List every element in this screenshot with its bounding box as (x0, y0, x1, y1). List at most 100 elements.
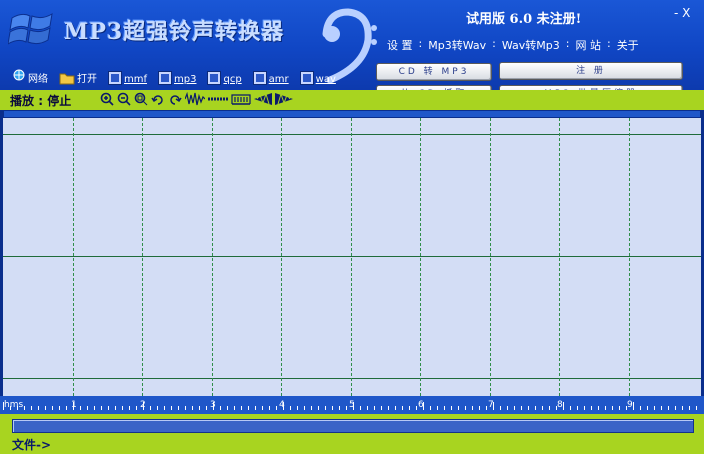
ruler-major-tick (563, 402, 564, 410)
open-button[interactable]: 打开 (59, 63, 97, 85)
network-icon (13, 69, 25, 81)
play-separator: : (38, 94, 44, 108)
zoom-out-icon[interactable] (117, 92, 131, 106)
ruler-minor-tick (318, 406, 319, 410)
ruler-minor-tick (59, 406, 60, 410)
time-ruler: hms 1 2 3 4 5 6 7 8 9 (0, 396, 704, 414)
undo-icon[interactable] (151, 92, 165, 106)
ruler-major-tick (73, 402, 74, 410)
ruler-minor-tick (45, 406, 46, 410)
zoom-in-icon[interactable] (100, 92, 114, 106)
fade-out-icon[interactable] (275, 92, 293, 106)
stop-button[interactable]: 停止 (47, 94, 71, 108)
menu-about[interactable]: 关于 (614, 37, 642, 53)
ruler-minor-tick (682, 406, 683, 410)
format-qcp-button[interactable]: qcp (207, 63, 242, 85)
ruler-minor-tick (129, 406, 130, 410)
ruler-minor-tick (360, 406, 361, 410)
network-button[interactable]: 网络 (12, 63, 48, 85)
ruler-minor-tick (164, 406, 165, 410)
ruler-minor-tick (444, 406, 445, 410)
ruler-minor-tick (381, 406, 382, 410)
ruler-minor-tick (514, 406, 515, 410)
menu-mp3-to-wav[interactable]: Mp3转Wav (425, 37, 489, 53)
ruler-minor-tick (255, 406, 256, 410)
format-amr-button[interactable]: amr (252, 63, 289, 85)
format-label: mmf (124, 74, 148, 85)
network-label: 网络 (28, 74, 48, 85)
silence-icon[interactable] (208, 92, 228, 106)
ruler-minor-tick (297, 406, 298, 410)
file-icon (158, 71, 173, 85)
waveform-gridline (3, 134, 701, 135)
ruler-minor-tick (591, 406, 592, 410)
ruler-minor-tick (437, 406, 438, 410)
format-label: mp3 (174, 74, 197, 85)
format-mmf-button[interactable]: mmf (108, 63, 147, 85)
ruler-minor-tick (269, 406, 270, 410)
menu-wav-to-mp3[interactable]: Wav转Mp3 (499, 37, 563, 53)
windows-logo-icon (8, 13, 53, 45)
ruler-minor-tick (535, 406, 536, 410)
ruler-minor-tick (332, 406, 333, 410)
ruler-minor-tick (577, 406, 578, 410)
ruler-minor-tick (241, 406, 242, 410)
open-label: 打开 (77, 74, 97, 85)
ruler-minor-tick (675, 406, 676, 410)
ruler-minor-tick (150, 406, 151, 410)
ruler-major-tick (283, 402, 284, 410)
zoom-fit-icon[interactable] (134, 92, 148, 106)
time-gridline (420, 118, 421, 396)
register-button[interactable]: 注 册 (499, 62, 683, 80)
menu-separator: : (492, 37, 496, 50)
ruler-minor-tick (689, 406, 690, 410)
ruler-minor-tick (500, 406, 501, 410)
ruler-label: 9 (627, 400, 633, 410)
cd-to-mp3-button[interactable]: CD 转 MP3 (376, 63, 492, 81)
ruler-minor-tick (17, 406, 18, 410)
ruler-minor-tick (640, 406, 641, 410)
ruler-minor-tick (402, 406, 403, 410)
track-header (3, 110, 701, 118)
ruler-minor-tick (374, 406, 375, 410)
ruler-minor-tick (101, 406, 102, 410)
waveform-icon[interactable] (185, 92, 205, 106)
window-controls[interactable]: - X (674, 6, 690, 20)
ruler-major-tick (3, 402, 4, 410)
folder-icon (59, 73, 75, 85)
time-gridline (212, 118, 213, 396)
menu-settings[interactable]: 设 置 (384, 37, 416, 53)
ruler-minor-tick (304, 406, 305, 410)
ruler-minor-tick (80, 406, 81, 410)
top-menu: 设 置 : Mp3转Wav : Wav转Mp3 : 网 站 : 关于 (384, 37, 642, 53)
menu-website[interactable]: 网 站 (572, 37, 604, 53)
ruler-minor-tick (136, 406, 137, 410)
format-label: amr (268, 74, 289, 85)
normalize-icon[interactable] (231, 92, 251, 106)
file-icon (108, 71, 122, 85)
format-wav-button[interactable]: wav (299, 63, 336, 85)
waveform-centerline (3, 256, 701, 257)
ruler-label: 8 (557, 400, 563, 410)
ruler-minor-tick (108, 406, 109, 410)
ruler-major-tick (633, 402, 634, 410)
play-button[interactable]: 播放 (10, 94, 34, 108)
waveform-area[interactable] (3, 118, 701, 396)
ruler-minor-tick (542, 406, 543, 410)
ruler-minor-tick (605, 406, 606, 410)
waveform-gridline (3, 378, 701, 379)
format-label: wav (315, 74, 336, 85)
ruler-minor-tick (115, 406, 116, 410)
ruler-minor-tick (10, 406, 11, 410)
ruler-minor-tick (311, 406, 312, 410)
time-gridline (629, 118, 630, 396)
ruler-major-tick (143, 402, 144, 410)
ruler-minor-tick (570, 406, 571, 410)
format-mp3-button[interactable]: mp3 (158, 63, 196, 85)
ruler-minor-tick (199, 406, 200, 410)
ruler-major-tick (213, 402, 214, 410)
redo-icon[interactable] (168, 92, 182, 106)
ruler-minor-tick (94, 406, 95, 410)
fade-in-icon[interactable] (254, 92, 272, 106)
file-icon (299, 71, 314, 85)
